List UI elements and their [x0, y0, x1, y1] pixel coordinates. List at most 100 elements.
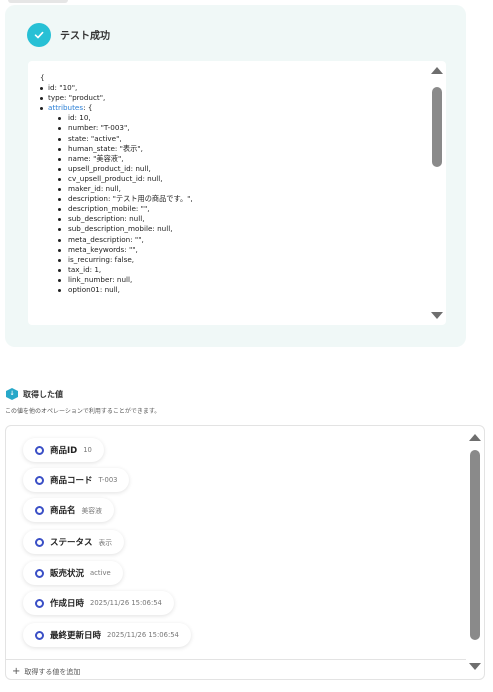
json-text: link_number: null, [68, 274, 133, 284]
scroll-down-arrow-icon[interactable] [469, 663, 481, 670]
bullet-icon [58, 288, 61, 292]
bullet-icon [58, 278, 61, 282]
bullet-icon [58, 198, 61, 202]
top-edge-stub [8, 0, 68, 3]
bullet-icon [58, 127, 61, 131]
json-line: description: "テスト用の商品です。", [40, 194, 420, 204]
json-line: tax_id: 1, [40, 265, 420, 275]
add-captured-value-label: 取得する値を追加 [24, 668, 81, 676]
ring-icon [35, 598, 44, 608]
ring-icon [35, 630, 44, 640]
values-scrollbar[interactable] [468, 434, 482, 670]
captured-value-item[interactable]: 作成日時 2025/11/26 15:06:54 [23, 591, 174, 615]
captured-value-label: 最終更新日時 [50, 631, 102, 641]
json-text: option01: null, [68, 284, 120, 294]
bullet-icon [58, 117, 61, 121]
captured-value-item[interactable]: 商品コード T-003 [23, 468, 130, 492]
json-line: is_recurring: false, [40, 255, 420, 265]
bullet-icon [58, 177, 61, 181]
json-line: attributes: { [40, 103, 420, 113]
json-line: meta_keywords: "", [40, 245, 420, 255]
captured-values-list: 商品ID 10 商品コード T-003 商品名 美容液 ステータス 表示 販売状況 active 作… [5, 425, 485, 680]
json-text: cv_upsell_product_id: null, [68, 173, 163, 183]
json-text: type: "product", [48, 93, 106, 103]
bullet-icon [58, 248, 61, 252]
ring-icon [35, 537, 44, 547]
json-text: upsell_product_id: null, [68, 163, 151, 173]
bullet-icon [58, 167, 61, 171]
bullet-icon [58, 258, 61, 262]
test-result-title: テスト成功 [60, 31, 110, 42]
scroll-up-arrow-icon[interactable] [469, 434, 481, 441]
json-key[interactable]: attributes [48, 103, 83, 112]
json-line: link_number: null, [40, 275, 420, 285]
json-line: sub_description: null, [40, 214, 420, 224]
json-text: human_state: "表示", [68, 143, 143, 153]
json-line: name: "美容液", [40, 154, 420, 164]
captured-value-label: 販売状況 [50, 569, 85, 579]
json-text: meta_keywords: "", [68, 244, 138, 254]
captured-values-description: この値を他のオペレーションで利用することができます。 [5, 408, 161, 415]
captured-value-sample: T-003 [98, 476, 118, 484]
bullet-icon [58, 188, 61, 192]
captured-value-item[interactable]: 最終更新日時 2025/11/26 15:06:54 [23, 623, 191, 647]
json-text: state: "active", [68, 133, 122, 143]
json-line: maker_id: null, [40, 184, 420, 194]
json-output-content: {id: "10", type: "product", attributes: {i… [40, 73, 420, 295]
captured-value-sample: 表示 [98, 539, 113, 547]
bullet-icon [40, 107, 43, 111]
json-line: number: "T-003", [40, 123, 420, 133]
json-text: meta_description: "", [68, 234, 144, 244]
captured-value-label: 商品名 [50, 506, 76, 516]
captured-value-sample: 10 [83, 446, 92, 454]
json-output-box[interactable]: {id: "10", type: "product", attributes: {i… [28, 61, 446, 325]
bullet-icon [40, 87, 43, 91]
captured-value-item[interactable]: 商品ID 10 [23, 438, 104, 462]
json-line: id: 10, [40, 113, 420, 123]
captured-values-header: ↓ 取得した値 [6, 388, 63, 400]
bullet-icon [58, 268, 61, 272]
json-text: : { [83, 103, 93, 113]
ring-icon [35, 475, 44, 485]
captured-value-sample: 2025/11/26 15:06:54 [90, 599, 162, 607]
captured-value-label: ステータス [50, 538, 93, 548]
ring-icon [35, 568, 44, 578]
captured-value-sample: active [90, 569, 111, 577]
values-scrollbar-thumb[interactable] [470, 450, 480, 640]
json-line: state: "active", [40, 134, 420, 144]
captured-value-label: 商品ID [50, 446, 78, 456]
json-line: meta_description: "", [40, 235, 420, 245]
bullet-icon [58, 137, 61, 141]
json-text: description: "テスト用の商品です。", [68, 194, 193, 204]
json-text: id: "10", [48, 83, 78, 93]
captured-value-item[interactable]: ステータス 表示 [23, 530, 125, 554]
scroll-down-arrow-icon[interactable] [431, 312, 443, 319]
captured-value-item[interactable]: 販売状況 active [23, 561, 123, 585]
json-text: maker_id: null, [68, 184, 121, 194]
json-text: tax_id: 1, [68, 264, 102, 274]
json-text: is_recurring: false, [68, 254, 135, 264]
json-text: sub_description: null, [68, 214, 145, 224]
json-line: { [40, 73, 420, 83]
json-text: description_mobile: "", [68, 204, 150, 214]
add-captured-value-button[interactable]: + 取得する値を追加 [6, 659, 466, 679]
bullet-icon [58, 228, 61, 232]
json-line: type: "product", [40, 93, 420, 103]
scroll-up-arrow-icon[interactable] [431, 67, 443, 74]
captured-value-item[interactable]: 商品名 美容液 [23, 498, 114, 522]
json-scrollbar[interactable] [430, 67, 444, 319]
json-line: id: "10", [40, 83, 420, 93]
json-line: upsell_product_id: null, [40, 164, 420, 174]
bullet-icon [58, 218, 61, 222]
captured-value-sample: 美容液 [81, 507, 102, 515]
json-text: id: 10, [68, 113, 91, 123]
json-text: name: "美容液", [68, 153, 124, 163]
json-text: { [40, 73, 45, 82]
json-line: option01: null, [40, 285, 420, 295]
captured-value-sample: 2025/11/26 15:06:54 [107, 631, 179, 639]
hexagon-badge-icon: ↓ [6, 388, 18, 400]
json-scrollbar-thumb[interactable] [432, 87, 442, 167]
captured-values-title: 取得した値 [23, 389, 63, 399]
check-circle-icon [27, 23, 51, 47]
json-text: sub_description_mobile: null, [68, 224, 173, 234]
